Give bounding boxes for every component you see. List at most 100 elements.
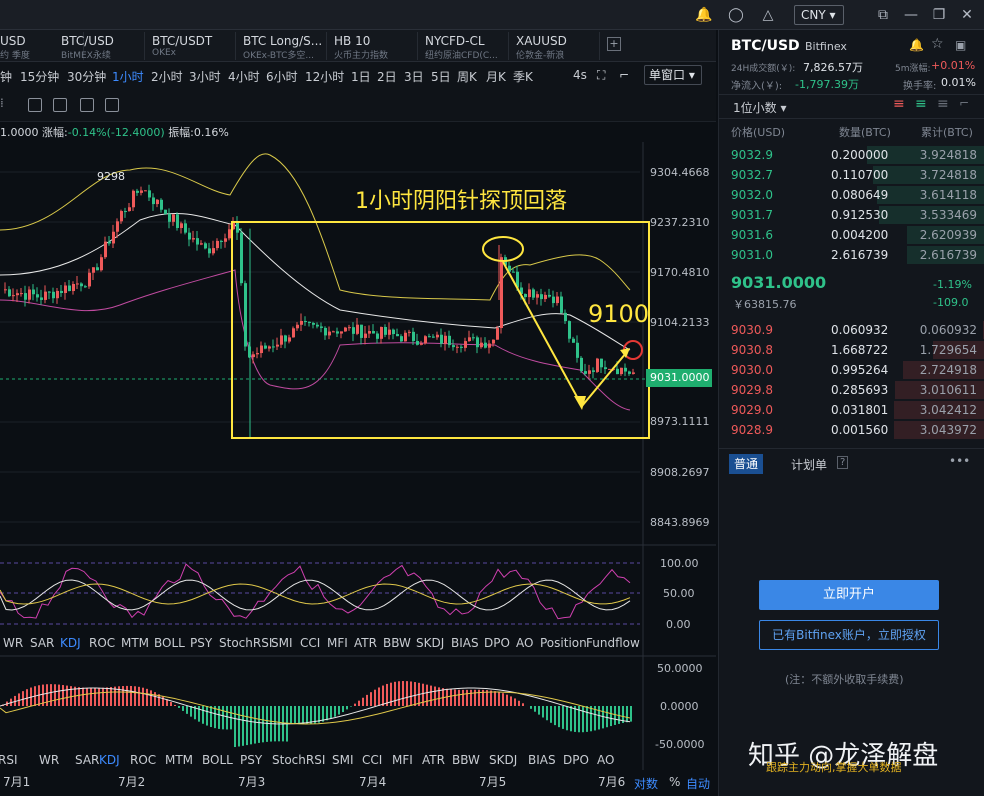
ask-row[interactable]: 9031.0 2.616739 2.616739 xyxy=(719,245,984,265)
interval-item[interactable]: 4小时 xyxy=(228,68,260,85)
copy-icon[interactable] xyxy=(53,98,67,112)
symbol-tab[interactable]: BTC/USD BitMEX永续 xyxy=(57,32,145,61)
indicator-tab[interactable]: BIAS xyxy=(528,753,556,767)
indicator-tab[interactable]: SAR xyxy=(75,753,99,767)
indicator-tab[interactable]: BOLL xyxy=(154,636,185,650)
star-icon[interactable]: ☆ xyxy=(931,36,944,52)
indicator-tab[interactable]: CCI xyxy=(300,636,320,650)
indicator-tab[interactable]: PSY xyxy=(190,636,212,650)
indicator-tab[interactable]: BOLL xyxy=(202,753,233,767)
cursor-icon[interactable]: ⌐ xyxy=(619,68,629,82)
interval-item-active[interactable]: 1小时 xyxy=(112,68,144,85)
minimize-icon[interactable]: — xyxy=(902,6,920,24)
indicator-tab[interactable]: WR xyxy=(39,753,59,767)
indicator-tab[interactable]: SKDJ xyxy=(489,753,517,767)
percent-toggle[interactable]: % xyxy=(669,775,680,789)
interval-item[interactable]: 5日 xyxy=(431,68,451,85)
trash-icon[interactable] xyxy=(105,98,119,112)
bid-row[interactable]: 9029.8 0.285693 3.010611 xyxy=(719,380,984,400)
indicator-tab[interactable]: WR xyxy=(3,636,23,650)
indicator-tab[interactable]: ROC xyxy=(89,636,115,650)
book-bids-icon[interactable]: ≡ xyxy=(915,96,927,112)
book-settings-icon[interactable]: ⌐ xyxy=(959,96,969,110)
interval-item[interactable]: 3日 xyxy=(404,68,424,85)
refresh-rate[interactable]: 4s xyxy=(573,68,587,82)
alert-icon[interactable]: 🔔 xyxy=(909,38,924,52)
currency-select[interactable]: CNY ▾ xyxy=(794,5,844,25)
indicator-tab[interactable]: RSI xyxy=(0,753,18,767)
ask-row[interactable]: 9032.7 0.110700 3.724818 xyxy=(719,165,984,185)
interval-item[interactable]: 6小时 xyxy=(266,68,298,85)
bid-row[interactable]: 9029.0 0.031801 3.042412 xyxy=(719,400,984,420)
indicator-tab[interactable]: KDJ xyxy=(60,636,81,650)
book-asks-icon[interactable]: ≡ xyxy=(937,96,949,112)
interval-item[interactable]: 12小时 xyxy=(305,68,344,85)
interval-item[interactable]: 15分钟 xyxy=(20,68,59,85)
window-mode-select[interactable]: 单窗口 ▾ xyxy=(644,65,702,85)
symbol-tab[interactable]: HB 10 火币主力指数 xyxy=(330,32,418,61)
add-tab-icon[interactable]: + xyxy=(607,37,621,51)
indicator-tab[interactable]: SMI xyxy=(271,636,293,650)
bell-icon[interactable]: 🔔 xyxy=(695,6,713,24)
indicator-tab[interactable]: SMI xyxy=(332,753,354,767)
indicator-tab[interactable]: Position xyxy=(540,636,587,650)
close-icon[interactable]: ✕ xyxy=(958,6,976,24)
restore-icon[interactable]: ❐ xyxy=(930,6,948,24)
indicator-tab[interactable]: StochRSI xyxy=(219,636,272,650)
indicator-tab[interactable]: MTM xyxy=(121,636,149,650)
candlestick-chart[interactable] xyxy=(0,142,716,796)
indicator-tab[interactable]: StochRSI xyxy=(272,753,325,767)
indicator-tab[interactable]: BBW xyxy=(452,753,480,767)
settings-icon[interactable] xyxy=(80,98,94,112)
auto-scale-toggle[interactable]: 自动 xyxy=(686,775,710,792)
ask-row[interactable]: 9031.7 0.912530 3.533469 xyxy=(719,205,984,225)
indicator-tab[interactable]: ROC xyxy=(130,753,156,767)
fullscreen-icon[interactable]: ⛶ xyxy=(597,68,605,83)
bid-row[interactable]: 9030.8 1.668722 1.729654 xyxy=(719,340,984,360)
interval-item[interactable]: 钟 xyxy=(0,68,12,85)
indicator-tab[interactable]: SKDJ xyxy=(416,636,444,650)
book-both-icon[interactable]: ≡ xyxy=(893,96,905,112)
more-icon[interactable]: ••• xyxy=(949,454,970,468)
symbol-tab[interactable]: BTC/USDT OKEx xyxy=(148,32,236,60)
indicator-tab[interactable]: DPO xyxy=(563,753,589,767)
symbol-tab[interactable]: XAUUSD 伦敦金-新浪 xyxy=(512,32,600,61)
symbol-tab[interactable]: BTC Long/S... OKEx-BTC多空... xyxy=(239,32,327,61)
indicator-tab[interactable]: MFI xyxy=(327,636,348,650)
indicator-tab[interactable]: ATR xyxy=(422,753,445,767)
ask-row[interactable]: 9032.0 0.080649 3.614118 xyxy=(719,185,984,205)
tab-normal-order[interactable]: 普通 xyxy=(729,454,764,474)
search-icon[interactable]: ◯ xyxy=(727,6,745,24)
indicator-tab[interactable]: MTM xyxy=(165,753,193,767)
interval-item[interactable]: 3小时 xyxy=(189,68,221,85)
decimals-select[interactable]: 1位小数 ▾ xyxy=(733,99,786,116)
tab-plan-order[interactable]: 计划单 xyxy=(791,456,827,473)
indicator-tab[interactable]: AO xyxy=(516,636,533,650)
symbol-tab[interactable]: NYCFD-CL 纽约原油CFD(C... xyxy=(421,32,509,61)
indicator-tab[interactable]: KDJ xyxy=(99,753,120,767)
bid-row[interactable]: 9030.9 0.060932 0.060932 xyxy=(719,320,984,340)
interval-item[interactable]: 30分钟 xyxy=(67,68,106,85)
ask-row[interactable]: 9031.6 0.004200 2.620939 xyxy=(719,225,984,245)
clipboard-icon[interactable]: ▣ xyxy=(955,38,966,52)
indicator-tab[interactable]: BIAS xyxy=(451,636,479,650)
shirt-icon[interactable]: △ xyxy=(759,6,777,24)
indicator-tab[interactable]: PSY xyxy=(240,753,262,767)
authorize-button[interactable]: 已有Bitfinex账户，立即授权 xyxy=(759,620,939,650)
open-account-button[interactable]: 立即开户 xyxy=(759,580,939,610)
ask-row[interactable]: 9032.9 0.200000 3.924818 xyxy=(719,145,984,165)
indicator-tab[interactable]: SAR xyxy=(30,636,54,650)
interval-item[interactable]: 2日 xyxy=(377,68,397,85)
interval-item[interactable]: 月K xyxy=(486,68,506,85)
indicator-tab[interactable]: DPO xyxy=(484,636,510,650)
indicator-tab[interactable]: AO xyxy=(597,753,614,767)
bid-row[interactable]: 9028.9 0.001560 3.043972 xyxy=(719,420,984,440)
help-icon[interactable]: ? xyxy=(837,456,849,469)
log-scale-toggle[interactable]: 对数 xyxy=(634,775,658,792)
indicator-tab[interactable]: ATR xyxy=(354,636,377,650)
lock-icon[interactable] xyxy=(28,98,42,112)
indicator-tab[interactable]: MFI xyxy=(392,753,413,767)
interval-item[interactable]: 季K xyxy=(513,68,533,85)
indicator-tab[interactable]: Fundflow xyxy=(586,636,640,650)
indicator-tab[interactable]: CCI xyxy=(362,753,382,767)
